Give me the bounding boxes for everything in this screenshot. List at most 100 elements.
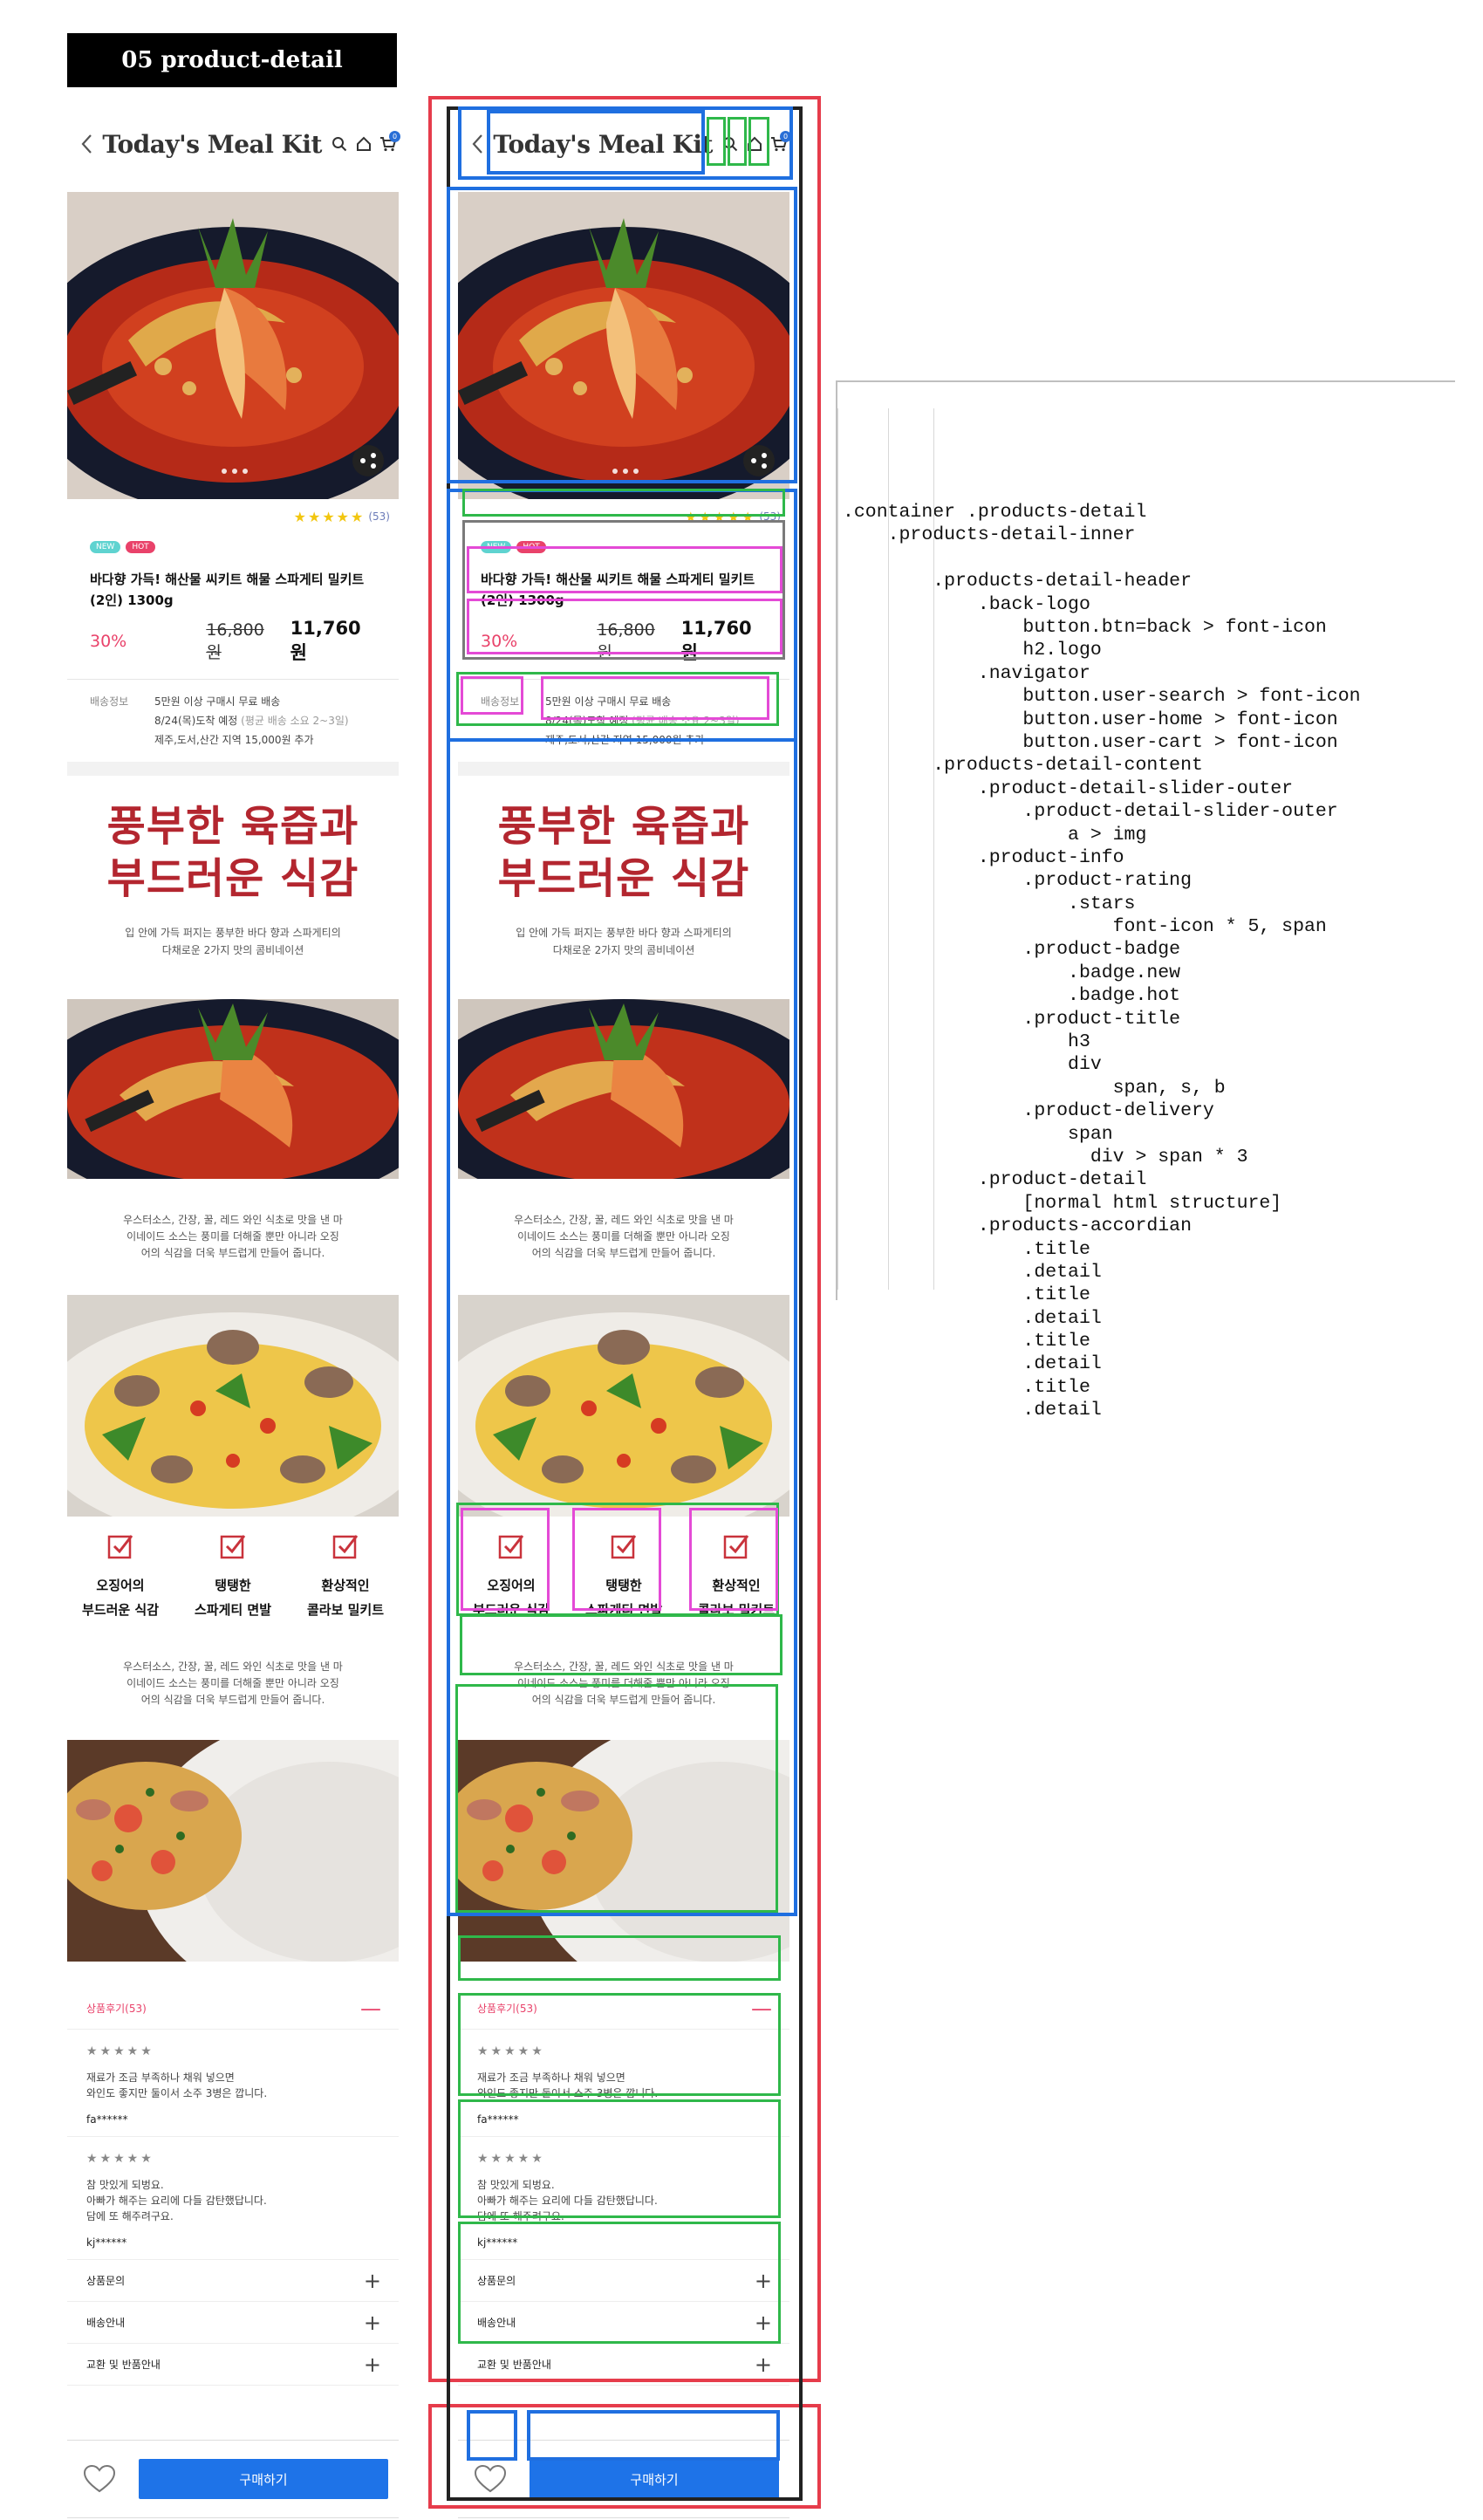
code-lines: .container .products-detail .products-de… bbox=[843, 501, 1455, 1422]
accordion-title-return[interactable]: 교환 및 반품안내 + bbox=[458, 2344, 789, 2386]
wishlist-button[interactable] bbox=[78, 2457, 121, 2501]
product-badge: NEW HOT bbox=[458, 534, 789, 560]
code-line: .detail bbox=[843, 1307, 1102, 1329]
navigator: 0 bbox=[720, 131, 791, 157]
home-button[interactable] bbox=[353, 131, 374, 157]
feature-item: 탱탱한 스파게티 면발 bbox=[576, 1532, 672, 1622]
rating-count[interactable]: (53) bbox=[368, 510, 390, 523]
structure-code-panel: .container .products-detail .products-de… bbox=[836, 380, 1455, 1421]
code-line: .product-info bbox=[843, 846, 1124, 868]
accordion-title-reviews[interactable]: 상품후기(53) — bbox=[458, 1988, 789, 2030]
delivery-date: 8/24(목)도착 예정 (평균 배송 소요 2~3일) bbox=[154, 715, 349, 727]
code-line: span bbox=[843, 1123, 1113, 1145]
back-button[interactable] bbox=[465, 127, 489, 161]
code-line: .badge.hot bbox=[843, 985, 1181, 1007]
code-line: .product-rating bbox=[843, 870, 1192, 892]
product-main-image[interactable] bbox=[458, 192, 789, 499]
feature-item: 오징어의 부드러운 식감 bbox=[72, 1532, 168, 1622]
code-line: .products-detail-header bbox=[843, 571, 1192, 592]
product-title: 바다향 가득! 해산물 씨키트 해물 스파게티 밀키트 (2인) 1300g bbox=[90, 572, 365, 608]
cart-count-badge: 0 bbox=[389, 131, 400, 142]
page-title: 05 product-detail bbox=[67, 33, 397, 87]
logo[interactable]: Today's Meal Kit bbox=[102, 130, 322, 159]
code-line: button.user-cart > font-icon bbox=[843, 731, 1338, 753]
review-item: ★★★★★ 참 맛있게 되벙요. 아빠가 해주는 요리에 다들 감탄했답니다. … bbox=[67, 2137, 399, 2260]
buy-button[interactable]: 구매하기 bbox=[139, 2459, 388, 2499]
buy-button[interactable]: 구매하기 bbox=[530, 2459, 779, 2499]
code-line: span, s, b bbox=[843, 1077, 1226, 1099]
code-line: .product-title bbox=[843, 1008, 1181, 1030]
badge-new: NEW bbox=[481, 541, 512, 553]
checkbox-icon bbox=[611, 1535, 637, 1559]
search-icon bbox=[332, 137, 347, 152]
detail-paragraph: 우스터소스, 간장, 꿀, 레드 와인 식초로 맛을 낸 마 이네이드 소스는 … bbox=[514, 1661, 734, 1706]
detail-paragraph: 우스터소스, 간장, 꿀, 레드 와인 식초로 맛을 낸 마 이네이드 소스는 … bbox=[123, 1214, 343, 1259]
section-divider bbox=[67, 762, 399, 776]
detail-image-seafood bbox=[67, 1740, 399, 1962]
wishlist-button[interactable] bbox=[468, 2457, 512, 2501]
original-price: 16,800원 bbox=[597, 620, 655, 662]
code-line: h3 bbox=[843, 1031, 1090, 1053]
product-delivery: 배송정보 5만원 이상 구매시 무료 배송 8/24(목)도착 예정 (평균 배… bbox=[67, 679, 399, 762]
detail-paragraph: 우스터소스, 간장, 꿀, 레드 와인 식초로 맛을 낸 마 이네이드 소스는 … bbox=[514, 1214, 734, 1259]
checkbox-icon bbox=[332, 1535, 359, 1559]
accordion-title-reviews[interactable]: 상품후기(53) — bbox=[67, 1988, 399, 2030]
logo[interactable]: Today's Meal Kit bbox=[493, 130, 713, 159]
section-gap bbox=[458, 1962, 789, 1988]
discount-rate: 30% bbox=[90, 632, 127, 651]
code-line: .product-detail bbox=[843, 1169, 1147, 1191]
bottom-action-bar: 구매하기 bbox=[458, 2440, 789, 2518]
code-line: a > img bbox=[843, 824, 1147, 846]
code-line: .badge.new bbox=[843, 962, 1181, 983]
accordion-title-return[interactable]: 교환 및 반품안내 + bbox=[67, 2344, 399, 2386]
code-line: button.user-search > font-icon bbox=[843, 686, 1361, 708]
code-line: .navigator bbox=[843, 662, 1090, 684]
checkbox-icon bbox=[498, 1535, 524, 1559]
clam-spaghetti-image bbox=[67, 1295, 399, 1517]
delivery-label: 배송정보 bbox=[90, 695, 129, 708]
feature-item: 환상적인 콜라보 밀키트 bbox=[688, 1532, 784, 1622]
product-main-image[interactable] bbox=[67, 192, 399, 499]
search-icon bbox=[723, 137, 738, 152]
product-detail: 풍부한 육즙과 부드러운 식감 입 안에 가득 퍼지는 풍부한 바다 향과 스파… bbox=[67, 776, 399, 1962]
feature-item: 환상적인 콜라보 밀키트 bbox=[297, 1532, 393, 1622]
products-accordian: 상품후기(53) — ★★★★★ 재료가 조금 부족하나 채워 넣으면 와인도 … bbox=[458, 1988, 789, 2386]
detail-headline: 풍부한 육즙과 부드러운 식감 bbox=[497, 802, 750, 903]
home-button[interactable] bbox=[744, 131, 765, 157]
back-button[interactable] bbox=[74, 127, 99, 161]
review-item: ★★★★★ 참 맛있게 되벙요. 아빠가 해주는 요리에 다들 감탄했답니다. … bbox=[458, 2137, 789, 2260]
code-line: .title bbox=[843, 1238, 1090, 1260]
cart-button[interactable]: 0 bbox=[769, 131, 791, 157]
accordion-title-shipping[interactable]: 배송안내 + bbox=[458, 2302, 789, 2344]
accordion-title-qna[interactable]: 상품문의 + bbox=[67, 2260, 399, 2302]
cart-count-badge: 0 bbox=[780, 131, 791, 142]
search-button[interactable] bbox=[720, 131, 741, 157]
accordion-title-qna[interactable]: 상품문의 + bbox=[458, 2260, 789, 2302]
squid-pasta-closeup-image bbox=[458, 999, 789, 1179]
code-line: .container .products-detail bbox=[843, 502, 1147, 524]
code-line: [normal html structure] bbox=[843, 1192, 1282, 1214]
feature-item: 오징어의 부드러운 식감 bbox=[463, 1532, 559, 1622]
star-icon: ★ bbox=[322, 508, 335, 525]
review-item: ★★★★★ 재료가 조금 부족하나 채워 넣으면 와인도 좋지만 둘이서 소주 … bbox=[67, 2030, 399, 2137]
product-price: 30% 16,800원 11,760원 bbox=[67, 611, 399, 663]
delivery-label: 배송정보 bbox=[481, 695, 520, 708]
code-line: .detail bbox=[843, 1400, 1102, 1421]
plus-icon: + bbox=[363, 2310, 381, 2335]
detail-image-squid bbox=[458, 999, 789, 1179]
minus-icon: — bbox=[360, 1996, 381, 2021]
plus-icon: + bbox=[754, 2268, 772, 2293]
cart-button[interactable]: 0 bbox=[378, 131, 400, 157]
accordion-title-shipping[interactable]: 배송안내 + bbox=[67, 2302, 399, 2344]
code-line: h2.logo bbox=[843, 640, 1102, 661]
product-price: 30% 16,800원 11,760원 bbox=[458, 611, 789, 663]
detail-image-clam bbox=[67, 1295, 399, 1517]
checkbox-icon bbox=[723, 1535, 749, 1559]
rating-count[interactable]: (53) bbox=[759, 510, 781, 523]
search-button[interactable] bbox=[329, 131, 350, 157]
products-detail-header: Today's Meal Kit 0 bbox=[458, 96, 791, 192]
product-rating: ★ ★ ★ ★ ★ (53) bbox=[67, 499, 399, 534]
code-line: .product-detail-slider-outer bbox=[843, 777, 1294, 799]
final-price: 11,760원 bbox=[290, 618, 361, 663]
code-line: .product-delivery bbox=[843, 1100, 1214, 1122]
